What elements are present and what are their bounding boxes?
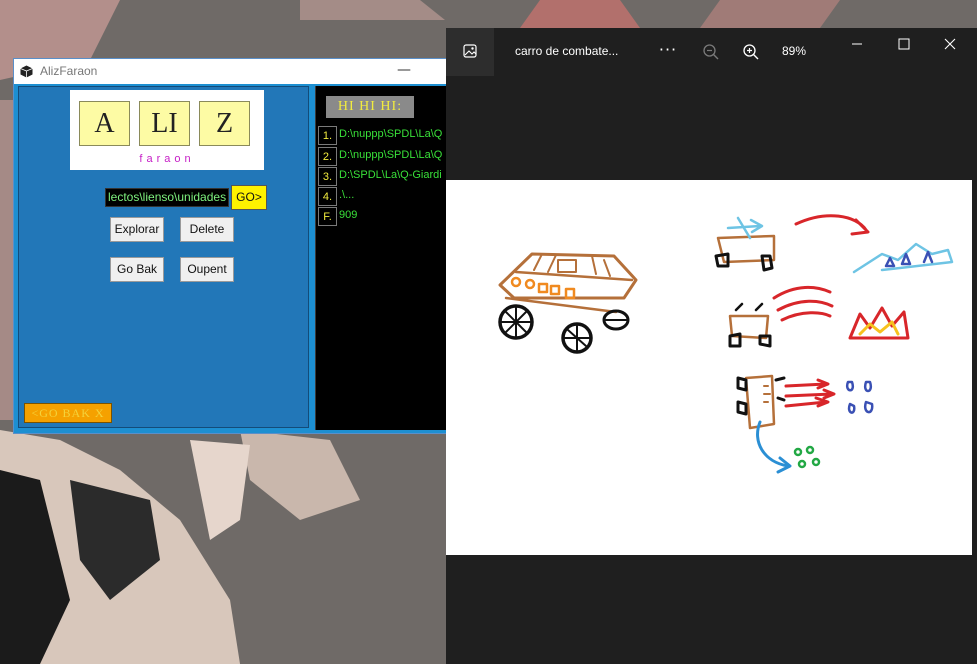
list-item-path[interactable]: D:\SPDL\La\Q-Giardi [339,169,442,181]
more-options-button[interactable]: ··· [653,36,683,66]
drawing-image [498,214,954,474]
list-item-path[interactable]: .\... [339,189,354,201]
logo-subtitle: faraon [139,153,195,165]
fire-attack-drawing [728,286,910,348]
water-attack-drawing [714,214,954,274]
viewer-file-name: carro de combate... [515,44,619,58]
logo-tile-z: Z [199,101,250,146]
list-item-path[interactable]: D:\nuppp\SPDL\La\Q [339,149,442,161]
delete-button[interactable]: Delete [180,217,234,242]
window-title: AlizFaraon [40,64,98,78]
maximize-icon[interactable] [888,32,920,56]
list-item-path[interactable]: 909 [339,209,357,221]
image-canvas[interactable] [446,180,972,555]
aliz-client-area: A LI Z faraon lectos\lienso\unidades GO>… [14,84,448,433]
list-item-number: F. [318,207,337,226]
list-item-number: 1. [318,126,337,145]
list-item-number: 3. [318,167,337,186]
explorar-button[interactable]: Explorar [110,217,164,242]
control-panel: A LI Z faraon lectos\lienso\unidades GO>… [18,86,309,428]
aliz-titlebar[interactable]: AlizFaraon — [14,59,448,84]
aliz-faraon-window: AlizFaraon — A LI Z faraon lectos\lienso… [13,58,449,434]
war-wagon-drawing [498,252,638,354]
aliz-logo: A LI Z faraon [70,90,264,170]
zoom-level: 89% [782,44,807,58]
list-item-number: 4. [318,187,337,206]
photo-viewer-window: carro de combate... ··· 89% [446,28,977,664]
projectile-attack-drawing [736,374,874,474]
close-icon[interactable] [934,32,966,56]
minimize-icon[interactable] [841,32,873,56]
console-header: HI HI HI: [326,96,414,118]
list-item-path[interactable]: D:\nuppp\SPDL\La\Q [339,128,442,140]
logo-tile-a: A [79,101,130,146]
list-item-number: 2. [318,147,337,166]
oupent-button[interactable]: Oupent [180,257,234,282]
image-icon [463,44,477,58]
path-input[interactable]: lectos\lienso\unidades [105,188,229,207]
go-bak-button[interactable]: Go Bak [110,257,164,282]
zoom-out-icon[interactable] [702,43,720,61]
viewer-titlebar[interactable]: carro de combate... ··· 89% [446,28,977,76]
zoom-in-icon[interactable] [742,43,760,61]
console-panel: HI HI HI: 1. D:\nuppp\SPDL\La\Q 2. D:\nu… [315,86,448,430]
go-bak-x-button[interactable]: <GO BAK X [24,403,112,423]
minimize-button[interactable]: — [394,59,414,84]
viewer-app-button[interactable] [446,28,494,76]
go-button[interactable]: GO> [231,185,267,210]
app-cube-icon [20,65,33,78]
logo-tile-li: LI [139,101,190,146]
